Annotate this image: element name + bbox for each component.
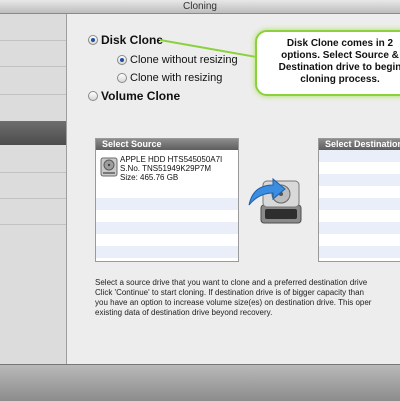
source-panel-header: Select Source [96,139,238,150]
destination-panel-header: Select Destination [319,139,400,150]
drive-serial: S.No. TNS51949K29P7M [120,164,212,173]
instructions-line: you have an option to increase volume si… [95,298,372,307]
source-panel: Select Source APPLE HDD HTS545050A7I S.N… [95,138,239,262]
source-drive-info: APPLE HDD HTS545050A7I S.No. TNS51949K29… [120,155,222,182]
instructions-line: Click 'Continue' to start cloning. If de… [95,288,364,297]
drive-size: Size: 465.76 GB [120,173,179,182]
callout-line: cloning process. [300,74,380,85]
instructions-line: Select a source drive that you want to c… [95,278,368,287]
destination-panel: Select Destination [318,138,400,262]
bottom-toolbar [0,364,400,401]
drive-name: APPLE HDD HTS545050A7I [120,155,223,164]
instructions-text: Select a source drive that you want to c… [95,278,400,318]
instructions-line: existing data of destination drive beyon… [95,308,273,317]
clone-arrow-drive-icon [248,177,302,224]
callout-line: Destination drive to begin [278,62,400,73]
help-callout: Disk Clone comes in 2 options. Select So… [255,30,400,96]
hard-drive-icon [100,157,118,177]
callout-line: Disk Clone comes in 2 [286,38,394,49]
callout-line: options. Select Source & [281,50,399,61]
